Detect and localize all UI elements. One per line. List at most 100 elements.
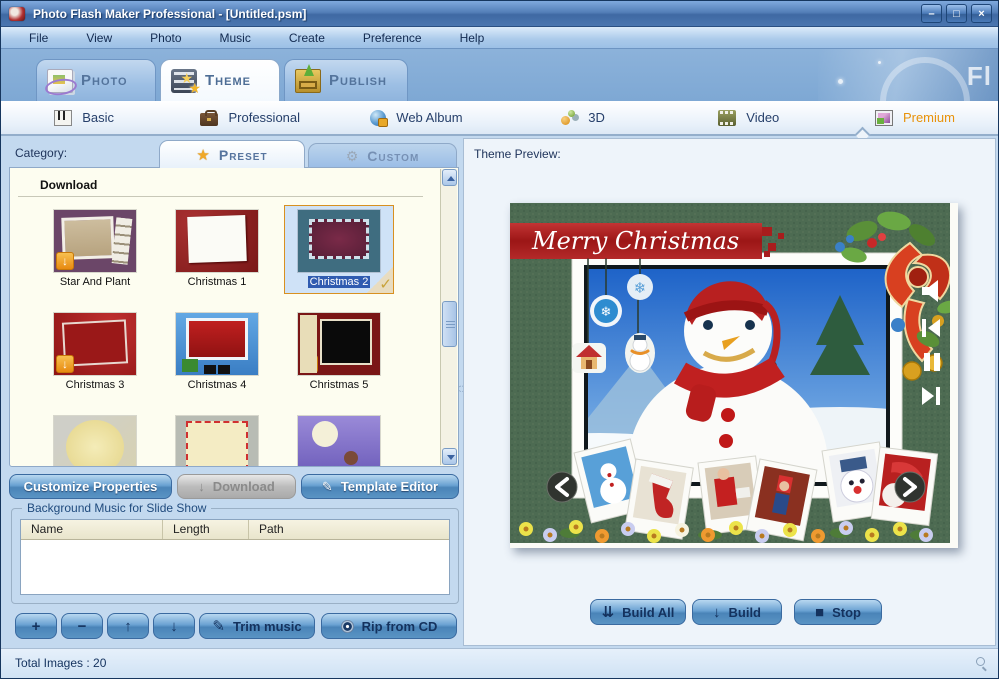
menu-preference[interactable]: Preference: [353, 29, 432, 47]
picture-icon: [875, 110, 893, 126]
download-button[interactable]: ↓ Download: [177, 474, 296, 499]
subtab-3d[interactable]: 3D: [500, 101, 666, 134]
scroll-down-button[interactable]: [442, 448, 457, 465]
tab-photo[interactable]: Photo: [36, 59, 156, 101]
stop-icon: ■: [815, 604, 824, 621]
subtab-basic[interactable]: Basic: [1, 101, 167, 134]
theme-item[interactable]: [284, 416, 394, 467]
content-area: Category: ★ Preset ⚙ Custom Download ↓ S…: [1, 136, 998, 648]
svg-text:❄: ❄: [634, 280, 647, 297]
photo-stack-icon: [47, 69, 73, 93]
tab-theme[interactable]: Theme: [160, 59, 280, 101]
pencil-icon: ✎: [322, 479, 333, 495]
build-all-button[interactable]: ⇊ Build All: [590, 599, 686, 625]
app-window: Photo Flash Maker Professional - [Untitl…: [0, 0, 999, 679]
theme-item[interactable]: [162, 416, 272, 467]
remove-music-button[interactable]: −: [61, 613, 103, 639]
preview-canvas: Merry Christmas ❄ ❄: [510, 203, 950, 543]
decorative-swirl: [880, 57, 970, 101]
piano-icon: [54, 110, 72, 126]
theme-item-christmas-3[interactable]: ↓ Christmas 3: [40, 313, 150, 393]
selected-corner: ✓: [367, 267, 393, 293]
theme-type-bar: Basic Professional Web Album 3D Video Pr…: [1, 101, 998, 136]
build-button[interactable]: ↓ Build: [692, 599, 782, 625]
theme-thumbnail: [176, 313, 258, 375]
theme-thumbnail: ↓: [298, 313, 380, 375]
globe-icon: [370, 110, 386, 126]
wrench-icon: ⚙: [346, 148, 360, 165]
next-slide-button[interactable]: [895, 472, 925, 502]
subtab-professional[interactable]: Professional: [167, 101, 333, 134]
resize-zoom-icon[interactable]: [976, 657, 988, 669]
move-up-button[interactable]: ↑: [107, 613, 149, 639]
window-title: Photo Flash Maker Professional - [Untitl…: [33, 7, 306, 21]
close-button[interactable]: ×: [971, 4, 992, 23]
scrollbar-thumb[interactable]: [442, 301, 457, 347]
title-bar: Photo Flash Maker Professional - [Untitl…: [1, 1, 998, 27]
menu-view[interactable]: View: [76, 29, 122, 47]
film-icon: [718, 110, 736, 126]
music-table[interactable]: Name Length Path: [20, 519, 450, 595]
menu-help[interactable]: Help: [450, 29, 495, 47]
decorative-text: Fl: [967, 61, 992, 92]
theme-thumbnail: [54, 416, 136, 467]
theme-item-christmas-1[interactable]: Christmas 1: [162, 210, 272, 290]
plus-icon: +: [32, 618, 41, 635]
column-name[interactable]: Name: [21, 520, 163, 539]
template-editor-button[interactable]: ✎ Template Editor: [301, 474, 459, 499]
column-length[interactable]: Length: [163, 520, 249, 539]
group-title: Background Music for Slide Show: [22, 501, 211, 515]
download-badge-icon: ↓: [300, 355, 318, 373]
banner-text: Merry Christmas: [531, 227, 739, 255]
subtab-video[interactable]: Video: [666, 101, 832, 134]
prev-slide-button[interactable]: [547, 472, 577, 502]
theme-thumbnail: [298, 210, 380, 272]
theme-list: Download ↓ Star And Plant Christmas 1 Ch…: [9, 167, 459, 467]
subtab-web-album[interactable]: Web Album: [333, 101, 499, 134]
download-badge-icon: ↓: [56, 252, 74, 270]
tab-publish[interactable]: Publish: [284, 59, 408, 101]
theme-preview-image: Merry Christmas ❄ ❄: [510, 203, 958, 548]
double-down-arrow-icon: ⇊: [602, 603, 615, 621]
minimize-button[interactable]: –: [921, 4, 942, 23]
download-icon: ↓: [198, 479, 205, 494]
theme-item-christmas-2[interactable]: Christmas 2 ✓: [284, 205, 394, 294]
menu-file[interactable]: File: [19, 29, 58, 47]
move-down-button[interactable]: ↓: [153, 613, 195, 639]
customize-properties-button[interactable]: Customize Properties: [9, 474, 172, 499]
banner: Merry Christmas: [510, 223, 784, 259]
theme-thumbnail: [176, 210, 258, 272]
subtab-premium[interactable]: Premium: [832, 101, 998, 134]
check-icon: ✓: [379, 275, 392, 293]
download-section-header: Download: [40, 178, 97, 192]
column-path[interactable]: Path: [249, 520, 449, 539]
theme-item[interactable]: [40, 416, 150, 467]
theme-item-christmas-5[interactable]: ↓ Christmas 5: [284, 313, 394, 393]
sparkle-icon: [838, 79, 843, 84]
scroll-up-button[interactable]: [442, 169, 457, 186]
download-badge-icon: ↓: [56, 355, 74, 373]
tab-preset[interactable]: ★ Preset: [159, 140, 305, 168]
maximize-button[interactable]: □: [946, 4, 967, 23]
minus-icon: −: [78, 618, 87, 635]
tab-custom[interactable]: ⚙ Custom: [308, 143, 457, 168]
arrow-down-icon: ↓: [170, 618, 178, 635]
divider: [18, 196, 423, 197]
menu-music[interactable]: Music: [210, 29, 261, 47]
stop-button[interactable]: ■ Stop: [794, 599, 882, 625]
trim-music-button[interactable]: ✎ Trim music: [199, 613, 315, 639]
vertical-scrollbar[interactable]: [440, 169, 457, 465]
add-music-button[interactable]: +: [15, 613, 57, 639]
theme-item-christmas-4[interactable]: Christmas 4: [162, 313, 272, 393]
pencil-icon: ✎: [212, 617, 225, 635]
menu-photo[interactable]: Photo: [140, 29, 191, 47]
menu-create[interactable]: Create: [279, 29, 335, 47]
rip-from-cd-button[interactable]: Rip from CD: [321, 613, 457, 639]
menu-bar: File View Photo Music Create Preference …: [1, 27, 998, 49]
decorative-banner: Fl: [818, 49, 998, 101]
cd-icon: [341, 620, 354, 633]
theme-item-star-and-plant[interactable]: ↓ Star And Plant: [40, 210, 150, 290]
music-table-header: Name Length Path: [21, 520, 449, 540]
theme-thumbnail: ↓: [54, 210, 136, 272]
main-tab-strip: Fl Photo Theme Publish: [1, 49, 998, 101]
